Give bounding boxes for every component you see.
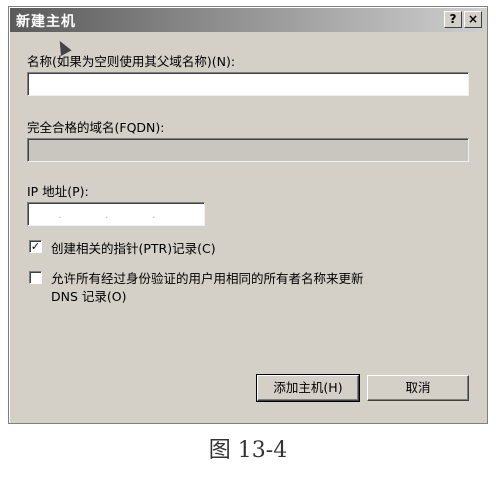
close-button[interactable]: × — [464, 11, 482, 28]
allow-update-checkbox[interactable] — [29, 271, 42, 284]
allow-update-label-line2: DNS 记录(O) — [51, 289, 127, 304]
figure-caption: 图 13-4 — [208, 438, 288, 463]
new-host-dialog: 新建主机 ? × 名称(如果为空则使用其父域名称)(N): 完全合格的域名(FQ… — [8, 6, 488, 424]
allow-update-label-line1: 允许所有经过身份验证的用户用相同的所有者名称来更新 — [51, 271, 364, 286]
ptr-record-checkbox[interactable]: ✓ — [29, 240, 42, 253]
cancel-button[interactable]: 取消 — [367, 375, 469, 401]
ptr-record-label: 创建相关的指针(PTR)记录(C) — [51, 241, 216, 256]
help-button[interactable]: ? — [444, 11, 462, 28]
title-bar: 新建主机 ? × — [10, 8, 486, 32]
ip-address-label: IP 地址(P): — [27, 184, 89, 199]
name-input[interactable] — [27, 72, 469, 96]
fqdn-input — [27, 138, 469, 162]
dialog-title: 新建主机 — [16, 14, 76, 30]
fqdn-label: 完全合格的域名(FQDN): — [27, 120, 165, 135]
ip-address-input[interactable]: . . . — [27, 202, 205, 226]
ip-address-separators: . . . — [58, 208, 176, 221]
add-host-button[interactable]: 添加主机(H) — [256, 374, 360, 402]
name-label: 名称(如果为空则使用其父域名称)(N): — [27, 54, 236, 69]
